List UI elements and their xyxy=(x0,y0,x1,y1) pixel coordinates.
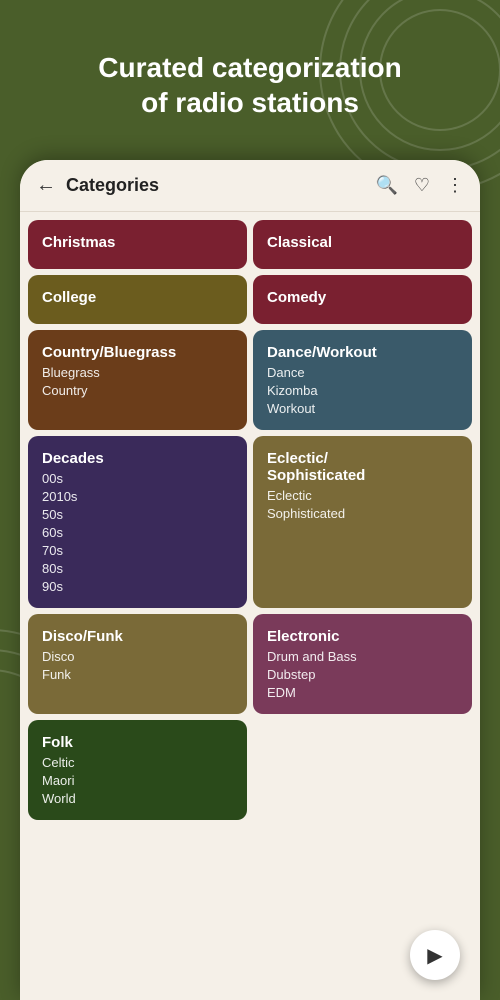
fab-button[interactable]: ▶ xyxy=(410,930,460,980)
category-comedy[interactable]: Comedy xyxy=(253,275,472,324)
top-bar: ← Categories 🔍 ♡ ⋮ xyxy=(20,160,480,212)
search-icon[interactable]: 🔍 xyxy=(375,175,397,196)
topbar-actions: 🔍 ♡ ⋮ xyxy=(375,175,464,196)
hero-section: Curated categorization of radio stations xyxy=(0,0,500,140)
categories-scroll[interactable]: Christmas Classical College Comedy Count… xyxy=(20,212,480,997)
screen-title: Categories xyxy=(66,175,375,196)
category-classical[interactable]: Classical xyxy=(253,220,472,269)
category-eclectic[interactable]: Eclectic/Sophisticated Eclectic Sophisti… xyxy=(253,436,472,608)
category-disco-funk[interactable]: Disco/Funk Disco Funk xyxy=(28,614,247,714)
back-button[interactable]: ← xyxy=(36,174,56,197)
more-options-icon[interactable]: ⋮ xyxy=(446,175,464,196)
favorites-icon[interactable]: ♡ xyxy=(414,175,430,196)
category-country-bluegrass[interactable]: Country/Bluegrass Bluegrass Country xyxy=(28,330,247,430)
categories-grid: Christmas Classical College Comedy Count… xyxy=(28,220,472,820)
phone-container: ← Categories 🔍 ♡ ⋮ Christmas Classical C… xyxy=(20,160,480,1000)
category-folk[interactable]: Folk Celtic Maori World xyxy=(28,720,247,820)
category-christmas[interactable]: Christmas xyxy=(28,220,247,269)
category-college[interactable]: College xyxy=(28,275,247,324)
fab-icon: ▶ xyxy=(427,943,442,968)
category-decades[interactable]: Decades 00s 2010s 50s 60s 70s 80s 90s xyxy=(28,436,247,608)
category-electronic[interactable]: Electronic Drum and Bass Dubstep EDM xyxy=(253,614,472,714)
category-dance-workout[interactable]: Dance/Workout Dance Kizomba Workout xyxy=(253,330,472,430)
hero-title: Curated categorization of radio stations xyxy=(20,50,480,120)
